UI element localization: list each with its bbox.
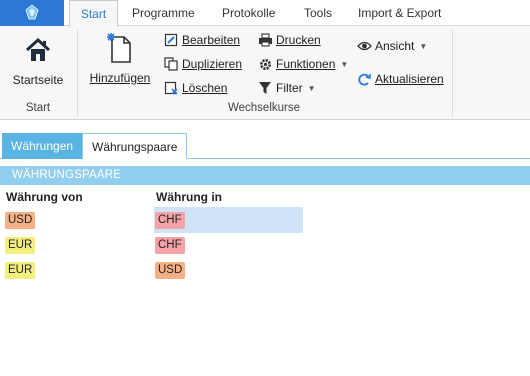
aktualisieren-label: Aktualisieren [375,72,444,86]
currency-badge-in: USD [155,262,186,279]
bearbeiten-button[interactable]: Bearbeiten [163,30,240,50]
ansicht-dropdown[interactable]: Ansicht ▼ [356,36,427,56]
ansicht-label: Ansicht [375,39,415,53]
app-menu-button[interactable] [0,0,64,26]
section-header: WÄHRUNGSPAARE [0,166,530,185]
group-separator [452,30,453,116]
tab-import-export[interactable]: Import & Export [358,0,441,26]
currency-badge-von: EUR [5,237,36,254]
group-label-start: Start [25,102,51,114]
startseite-label: Startseite [12,73,64,87]
tab-protokolle[interactable]: Protokolle [222,0,275,26]
printer-icon [257,32,273,48]
currency-badge-in: CHF [155,212,185,229]
chevron-down-icon: ▼ [419,41,428,51]
ribbon-panel: Startseite Start Hinzufügen Bearbeiten D… [0,26,530,120]
app-logo-icon [24,3,40,23]
ribbon-tab-bar: Start Programme Protokolle Tools Import … [0,0,530,27]
eye-icon [356,38,372,54]
filter-label: Filter [276,81,303,95]
column-header-waehrung-in[interactable]: Währung in [156,190,222,204]
loeschen-label: Löschen [182,81,228,95]
delete-icon [163,80,179,96]
drucken-label: Drucken [276,33,321,47]
currency-badge-von: USD [5,212,36,229]
bearbeiten-label: Bearbeiten [182,33,241,47]
hinzufuegen-button[interactable]: Hinzufügen [86,32,154,85]
aktualisieren-button[interactable]: Aktualisieren [356,69,444,89]
filter-icon [257,80,273,96]
tab-programme[interactable]: Programme [132,0,195,26]
gear-icon [257,56,273,72]
drucken-button[interactable]: Drucken [257,30,321,50]
startseite-button[interactable]: Startseite [10,36,66,87]
group-label-wechselkurse: Wechselkurse [227,102,300,114]
tab-waehrungspaare[interactable]: Währungspaare [82,133,188,160]
tab-start[interactable]: Start [69,0,118,27]
duplizieren-button[interactable]: Duplizieren [163,54,242,74]
content-tab-bar: Währungen Währungspaare [0,133,530,160]
new-document-icon [105,32,135,67]
chevron-down-icon: ▼ [307,83,316,93]
refresh-icon [356,71,372,87]
funktionen-label: Funktionen [276,57,336,71]
tab-tools[interactable]: Tools [304,0,332,26]
currency-badge-von: EUR [5,262,36,279]
edit-icon [163,32,179,48]
chevron-down-icon: ▼ [340,59,349,69]
currency-badge-in: CHF [155,237,185,254]
column-header-waehrung-von[interactable]: Währung von [6,190,83,204]
duplicate-icon [163,56,179,72]
tab-waehrungen[interactable]: Währungen [2,133,83,159]
hinzufuegen-label: Hinzufügen [89,71,151,85]
home-icon [24,36,52,67]
loeschen-button[interactable]: Löschen [163,78,227,98]
duplizieren-label: Duplizieren [182,57,243,71]
funktionen-dropdown[interactable]: Funktionen ▼ [257,54,348,74]
filter-dropdown[interactable]: Filter ▼ [257,78,316,98]
